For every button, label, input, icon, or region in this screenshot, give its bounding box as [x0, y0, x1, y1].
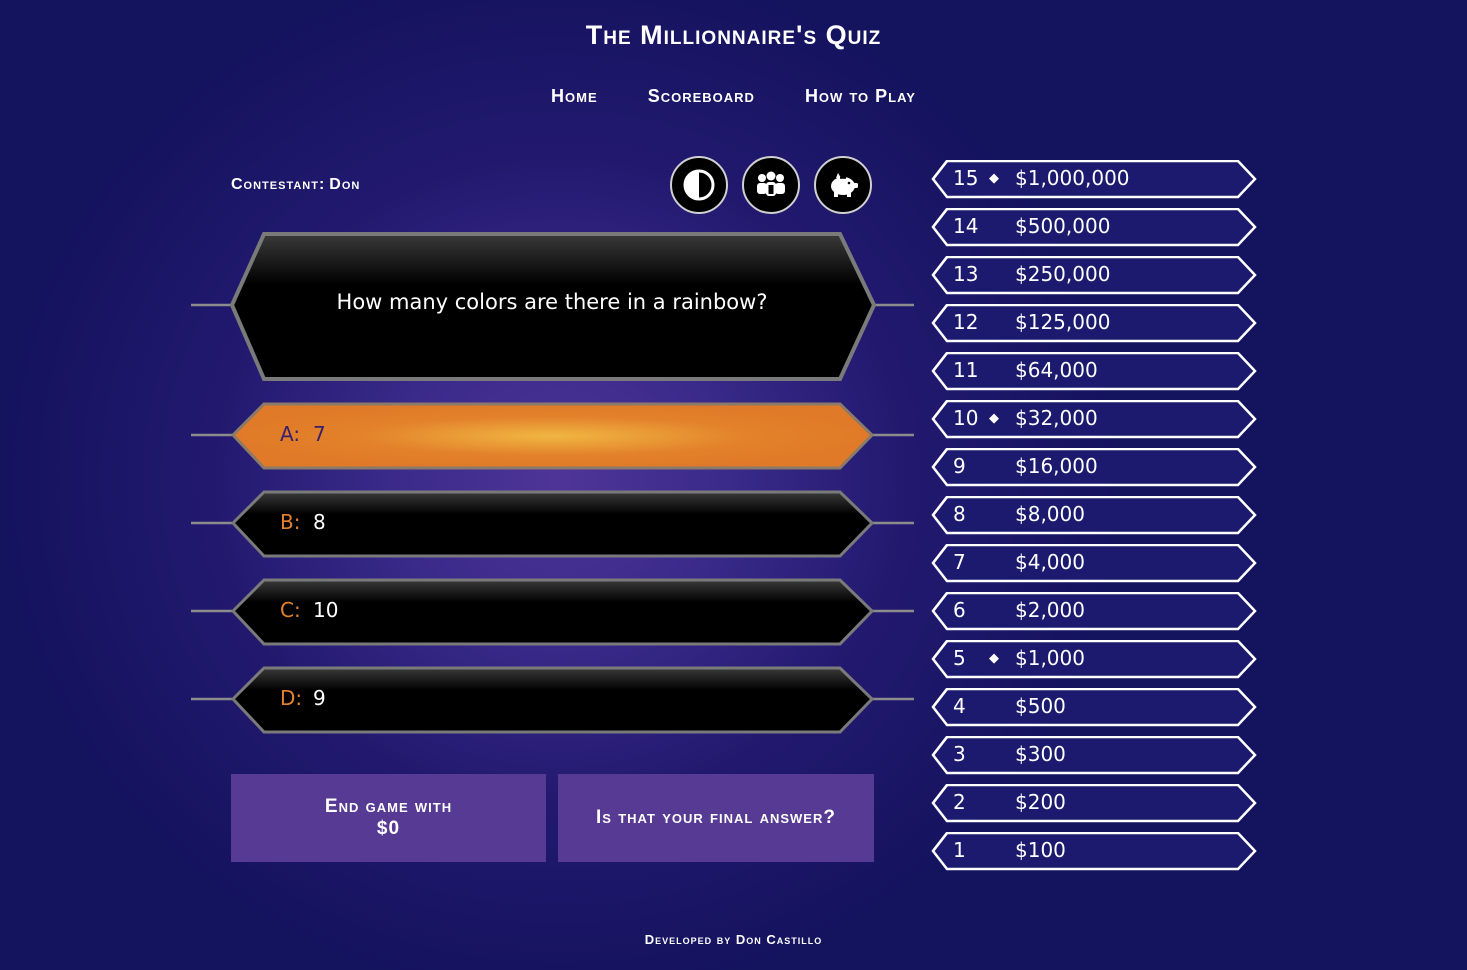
prize-amount: $300 [1015, 742, 1066, 766]
answer-text: 7 [313, 422, 326, 446]
answer-text: 9 [313, 686, 326, 710]
prize-row-frame [931, 640, 1257, 679]
answer-option-d[interactable]: D: 9 [280, 683, 326, 713]
prize-level-row: 2 $200 [931, 784, 1259, 824]
prize-level-row: 9 $16,000 [931, 448, 1259, 488]
prize-row-frame [931, 688, 1257, 727]
prize-level-number: 11 [953, 358, 979, 382]
prize-amount: $1,000,000 [1015, 166, 1130, 190]
prize-level-row: 8 $8,000 [931, 496, 1259, 536]
prize-amount: $500 [1015, 694, 1066, 718]
prize-amount: $2,000 [1015, 598, 1085, 622]
prize-level-row: 4 $500 [931, 688, 1259, 728]
prize-level-number: 15 [953, 166, 979, 190]
prize-amount: $200 [1015, 790, 1066, 814]
milestone-diamond-icon: ◆ [989, 170, 999, 185]
prize-row-frame [931, 544, 1257, 583]
prize-level-row: 14 $500,000 [931, 208, 1259, 248]
prize-amount: $8,000 [1015, 502, 1085, 526]
prize-level-row: 5 ◆ $1,000 [931, 640, 1259, 680]
answer-a-panel [230, 402, 875, 470]
answer-option-a[interactable]: A: 7 [280, 419, 326, 449]
prize-level-number: 6 [953, 598, 966, 622]
prize-amount: $64,000 [1015, 358, 1098, 382]
prize-level-number: 10 [953, 406, 979, 430]
prize-level-number: 9 [953, 454, 966, 478]
prize-level-number: 7 [953, 550, 966, 574]
prize-amount: $1,000 [1015, 646, 1085, 670]
final-answer-button[interactable]: Is that your final answer? [558, 774, 874, 862]
prize-row-frame [931, 784, 1257, 823]
prize-row-frame [931, 832, 1257, 871]
prize-level-row: 13 $250,000 [931, 256, 1259, 296]
prize-level-number: 8 [953, 502, 966, 526]
end-game-amount: $0 [376, 818, 401, 839]
prize-row-frame [931, 496, 1257, 535]
answer-option-b[interactable]: B: 8 [280, 507, 326, 537]
prize-level-number: 14 [953, 214, 979, 238]
prize-row-frame [931, 736, 1257, 775]
prize-level-number: 12 [953, 310, 979, 334]
prize-level-row: 7 $4,000 [931, 544, 1259, 584]
prize-level-number: 4 [953, 694, 966, 718]
milestone-diamond-icon: ◆ [989, 650, 999, 665]
prize-amount: $16,000 [1015, 454, 1098, 478]
prize-level-number: 5 [953, 646, 966, 670]
end-game-label: End game with $0 [324, 796, 453, 839]
answer-letter: D: [280, 686, 303, 710]
prize-level-number: 3 [953, 742, 966, 766]
answer-letter: B: [280, 510, 301, 534]
prize-amount: $125,000 [1015, 310, 1111, 334]
prize-level-row: 12 $125,000 [931, 304, 1259, 344]
prize-level-row: 3 $300 [931, 736, 1259, 776]
prize-amount: $4,000 [1015, 550, 1085, 574]
footer-credit: Developed by Don Castillo [644, 932, 823, 947]
answer-text: 8 [313, 510, 326, 534]
prize-amount: $100 [1015, 838, 1066, 862]
prize-amount: $32,000 [1015, 406, 1098, 430]
prize-level-row: 1 $100 [931, 832, 1259, 872]
prize-level-row: 10 ◆ $32,000 [931, 400, 1259, 440]
answer-option-c[interactable]: C: 10 [280, 595, 338, 625]
prize-level-row: 15 ◆ $1,000,000 [931, 160, 1259, 200]
prize-level-number: 2 [953, 790, 966, 814]
prize-level-number: 1 [953, 838, 966, 862]
prize-level-row: 6 $2,000 [931, 592, 1259, 632]
prize-level-row: 11 $64,000 [931, 352, 1259, 392]
question-text: How many colors are there in a rainbow? [336, 290, 768, 314]
answer-d-panel [230, 666, 875, 734]
answer-text: 10 [313, 598, 339, 622]
prize-level-number: 13 [953, 262, 979, 286]
answer-letter: A: [280, 422, 301, 446]
answer-b-panel [230, 490, 875, 558]
prize-row-frame [931, 592, 1257, 631]
answer-letter: C: [280, 598, 301, 622]
prize-amount: $500,000 [1015, 214, 1111, 238]
prize-amount: $250,000 [1015, 262, 1111, 286]
end-game-button[interactable]: End game with $0 [231, 774, 546, 862]
milestone-diamond-icon: ◆ [989, 410, 999, 425]
